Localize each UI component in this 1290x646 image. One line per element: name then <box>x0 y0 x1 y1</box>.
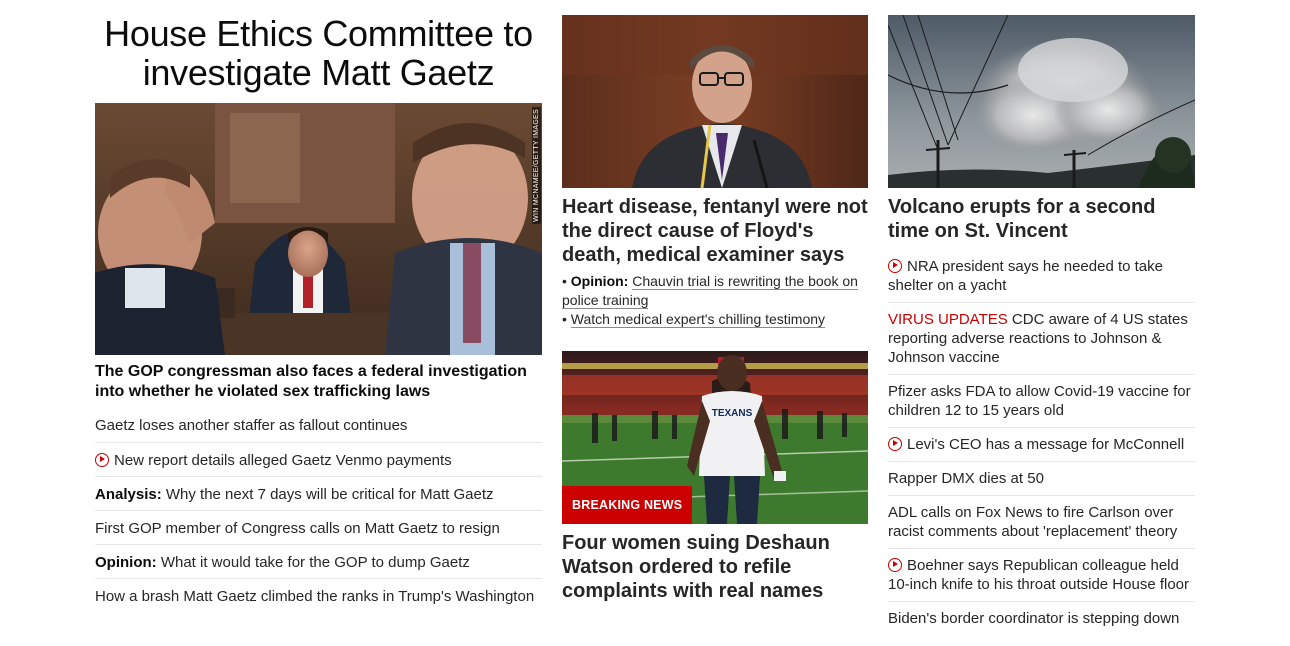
lead-headline[interactable]: House Ethics Committee to investigate Ma… <box>95 14 542 92</box>
list-item[interactable]: Opinion: What it would take for the GOP … <box>95 544 542 578</box>
item-text[interactable]: ADL calls on Fox News to fire Carlson ov… <box>888 504 1177 540</box>
item-text[interactable]: Rapper DMX dies at 50 <box>888 470 1044 487</box>
list-item[interactable]: • Opinion: Chauvin trial is rewriting th… <box>562 272 868 310</box>
item-text[interactable]: New report details alleged Gaetz Venmo p… <box>114 452 452 469</box>
lead-subhead[interactable]: The GOP congressman also faces a federal… <box>95 362 542 402</box>
item-text[interactable]: How a brash Matt Gaetz climbed the ranks… <box>95 588 534 605</box>
list-item[interactable]: Boehner says Republican colleague held 1… <box>888 548 1195 601</box>
item-kicker: VIRUS UPDATES <box>888 311 1008 328</box>
list-item[interactable]: How a brash Matt Gaetz climbed the ranks… <box>95 578 542 612</box>
item-text[interactable]: Pfizer asks FDA to allow Covid-19 vaccin… <box>888 383 1191 419</box>
list-item[interactable]: Analysis: Why the next 7 days will be cr… <box>95 476 542 510</box>
volcano-photo[interactable] <box>888 15 1195 188</box>
play-circle-icon <box>888 259 902 273</box>
lead-photo-hearing[interactable]: WIN MCNAMEE/GETTY IMAGES <box>95 103 542 355</box>
play-circle-icon <box>888 437 902 451</box>
medical-examiner-photo[interactable] <box>562 15 868 188</box>
list-item[interactable]: Rapper DMX dies at 50 <box>888 461 1195 495</box>
list-item[interactable]: Biden's border coordinator is stepping d… <box>888 601 1195 635</box>
volcano-headline[interactable]: Volcano erupts for a second time on St. … <box>888 195 1195 243</box>
play-circle-icon <box>95 453 109 467</box>
watson-headline[interactable]: Four women suing Deshaun Watson ordered … <box>562 531 868 603</box>
item-text[interactable]: Boehner says Republican colleague held 1… <box>888 557 1189 593</box>
right-headline-list: NRA president says he needed to take she… <box>888 250 1195 635</box>
item-kicker: Analysis: <box>95 486 162 503</box>
list-item[interactable]: Gaetz loses another staffer as fallout c… <box>95 408 542 442</box>
breaking-news-badge: BREAKING NEWS <box>562 486 693 524</box>
deshaun-watson-photo[interactable]: TEXANS BREAKING NEWS <box>562 351 868 524</box>
item-text[interactable]: What it would take for the GOP to dump G… <box>161 554 470 571</box>
item-kicker: Opinion: <box>95 554 157 571</box>
list-item[interactable]: • Watch medical expert's chilling testim… <box>562 310 868 329</box>
list-item[interactable]: First GOP member of Congress calls on Ma… <box>95 510 542 544</box>
item-text[interactable]: Why the next 7 days will be critical for… <box>166 486 494 503</box>
play-circle-icon <box>888 558 902 572</box>
floyd-headline[interactable]: Heart disease, fentanyl were not the dir… <box>562 195 868 267</box>
item-text[interactable]: Levi's CEO has a message for McConnell <box>907 436 1184 453</box>
item-kicker: Opinion: <box>570 273 629 289</box>
list-item[interactable]: NRA president says he needed to take she… <box>888 250 1195 302</box>
list-item[interactable]: Levi's CEO has a message for McConnell <box>888 427 1195 461</box>
item-text[interactable]: First GOP member of Congress calls on Ma… <box>95 520 500 537</box>
jersey-text: TEXANS <box>712 408 753 419</box>
list-item[interactable]: VIRUS UPDATES CDC aware of 4 US states r… <box>888 302 1195 374</box>
list-item[interactable]: New report details alleged Gaetz Venmo p… <box>95 442 542 476</box>
item-link[interactable]: Watch medical expert's chilling testimon… <box>570 311 826 328</box>
floyd-related-links: • Opinion: Chauvin trial is rewriting th… <box>562 272 868 329</box>
list-item[interactable]: Pfizer asks FDA to allow Covid-19 vaccin… <box>888 374 1195 427</box>
lead-related-list: Gaetz loses another staffer as fallout c… <box>95 408 542 612</box>
item-text[interactable]: NRA president says he needed to take she… <box>888 258 1163 294</box>
item-text[interactable]: Biden's border coordinator is stepping d… <box>888 610 1179 627</box>
photo-credit: WIN MCNAMEE/GETTY IMAGES <box>532 107 541 224</box>
item-text[interactable]: Gaetz loses another staffer as fallout c… <box>95 417 407 434</box>
list-item[interactable]: ADL calls on Fox News to fire Carlson ov… <box>888 495 1195 548</box>
